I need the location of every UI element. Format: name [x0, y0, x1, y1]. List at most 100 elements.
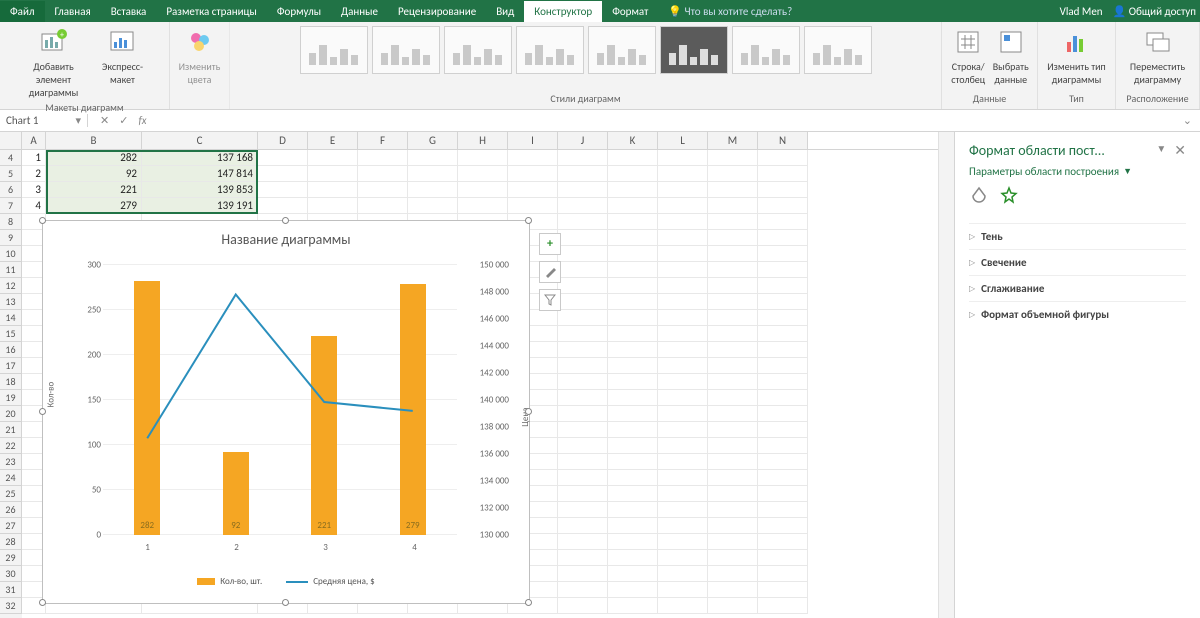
panel-close-icon[interactable]: ✕ — [1174, 142, 1186, 159]
tell-me[interactable]: 💡 Что вы хотите сделать? — [668, 5, 792, 18]
change-chart-type-button[interactable]: Изменить тип диаграммы — [1046, 26, 1107, 86]
cell[interactable] — [608, 502, 658, 518]
cell[interactable] — [608, 294, 658, 310]
panel-subtitle[interactable]: Параметры области построения — [969, 165, 1119, 178]
chart-title[interactable]: Название диаграммы — [43, 221, 529, 254]
col-header[interactable]: G — [408, 132, 458, 149]
row-header[interactable]: 11 — [0, 262, 22, 278]
cell[interactable] — [658, 390, 708, 406]
cell[interactable] — [608, 198, 658, 214]
cell[interactable] — [708, 454, 758, 470]
cell[interactable] — [458, 182, 508, 198]
cell[interactable] — [558, 310, 608, 326]
col-header[interactable]: F — [358, 132, 408, 149]
cell[interactable] — [608, 278, 658, 294]
cell[interactable] — [758, 582, 808, 598]
fill-line-icon[interactable] — [969, 186, 989, 211]
cell[interactable]: 92 — [46, 166, 142, 182]
cell[interactable] — [608, 486, 658, 502]
panel-item[interactable]: ▷Сглаживание — [969, 275, 1186, 301]
cell[interactable] — [658, 582, 708, 598]
cell[interactable] — [558, 166, 608, 182]
cell[interactable] — [708, 518, 758, 534]
cell[interactable] — [308, 198, 358, 214]
cell[interactable] — [758, 198, 808, 214]
cell[interactable] — [758, 486, 808, 502]
cell[interactable] — [658, 358, 708, 374]
cell[interactable] — [558, 582, 608, 598]
cell[interactable] — [608, 454, 658, 470]
cell[interactable] — [608, 582, 658, 598]
vertical-scrollbar[interactable] — [938, 132, 954, 618]
cell[interactable] — [558, 198, 608, 214]
cell[interactable] — [708, 438, 758, 454]
row-header[interactable]: 12 — [0, 278, 22, 294]
row-header[interactable]: 21 — [0, 422, 22, 438]
cell[interactable] — [558, 422, 608, 438]
cell[interactable] — [608, 342, 658, 358]
cell[interactable] — [658, 342, 708, 358]
row-header[interactable]: 22 — [0, 438, 22, 454]
cell[interactable] — [758, 230, 808, 246]
cell[interactable]: 279 — [46, 198, 142, 214]
cell[interactable] — [708, 230, 758, 246]
cell[interactable] — [558, 246, 608, 262]
row-header[interactable]: 17 — [0, 358, 22, 374]
cell[interactable] — [758, 598, 808, 614]
cell[interactable] — [758, 262, 808, 278]
worksheet[interactable]: ABCDEFGHIJKLMN 4567891011121314151617181… — [0, 132, 938, 618]
cell[interactable] — [658, 550, 708, 566]
name-box[interactable]: Chart 1▾ — [0, 114, 88, 127]
cell[interactable] — [758, 358, 808, 374]
tab-Вид[interactable]: Вид — [486, 1, 524, 22]
cell[interactable] — [558, 550, 608, 566]
cell[interactable] — [358, 150, 408, 166]
cell[interactable] — [758, 454, 808, 470]
cell[interactable]: 137 168 — [142, 150, 258, 166]
cell[interactable] — [658, 486, 708, 502]
row-header[interactable]: 28 — [0, 534, 22, 550]
cell[interactable] — [508, 198, 558, 214]
cell[interactable] — [308, 166, 358, 182]
col-header[interactable]: I — [508, 132, 558, 149]
cell[interactable] — [308, 150, 358, 166]
cell[interactable] — [608, 406, 658, 422]
cell[interactable] — [558, 150, 608, 166]
panel-item[interactable]: ▷Формат объемной фигуры — [969, 301, 1186, 327]
cell[interactable] — [658, 326, 708, 342]
cell[interactable] — [558, 518, 608, 534]
chart-styles-button[interactable] — [539, 261, 561, 283]
chart-style-5[interactable] — [588, 26, 656, 74]
cell[interactable] — [558, 294, 608, 310]
cell[interactable] — [658, 214, 708, 230]
chart-style-6[interactable] — [660, 26, 728, 74]
row-header[interactable]: 13 — [0, 294, 22, 310]
cell[interactable] — [558, 230, 608, 246]
cell[interactable]: 2 — [22, 166, 46, 182]
cell[interactable] — [558, 454, 608, 470]
row-header[interactable]: 20 — [0, 406, 22, 422]
cell[interactable] — [558, 470, 608, 486]
row-header[interactable]: 8 — [0, 214, 22, 230]
cell[interactable] — [758, 390, 808, 406]
cell[interactable] — [558, 342, 608, 358]
col-header[interactable]: B — [46, 132, 142, 149]
cell[interactable] — [708, 166, 758, 182]
row-header[interactable]: 27 — [0, 518, 22, 534]
row-header[interactable]: 19 — [0, 390, 22, 406]
cell[interactable] — [658, 454, 708, 470]
row-header[interactable]: 32 — [0, 598, 22, 614]
row-header[interactable]: 23 — [0, 454, 22, 470]
cell[interactable] — [608, 534, 658, 550]
cell[interactable] — [608, 326, 658, 342]
cell[interactable] — [758, 374, 808, 390]
cell[interactable] — [558, 374, 608, 390]
tab-Формат[interactable]: Формат — [602, 1, 658, 22]
cell[interactable] — [708, 150, 758, 166]
col-header[interactable]: N — [758, 132, 808, 149]
cell[interactable] — [758, 246, 808, 262]
cell[interactable] — [608, 182, 658, 198]
row-header[interactable]: 6 — [0, 182, 22, 198]
col-header[interactable]: H — [458, 132, 508, 149]
chart-style-2[interactable] — [372, 26, 440, 74]
